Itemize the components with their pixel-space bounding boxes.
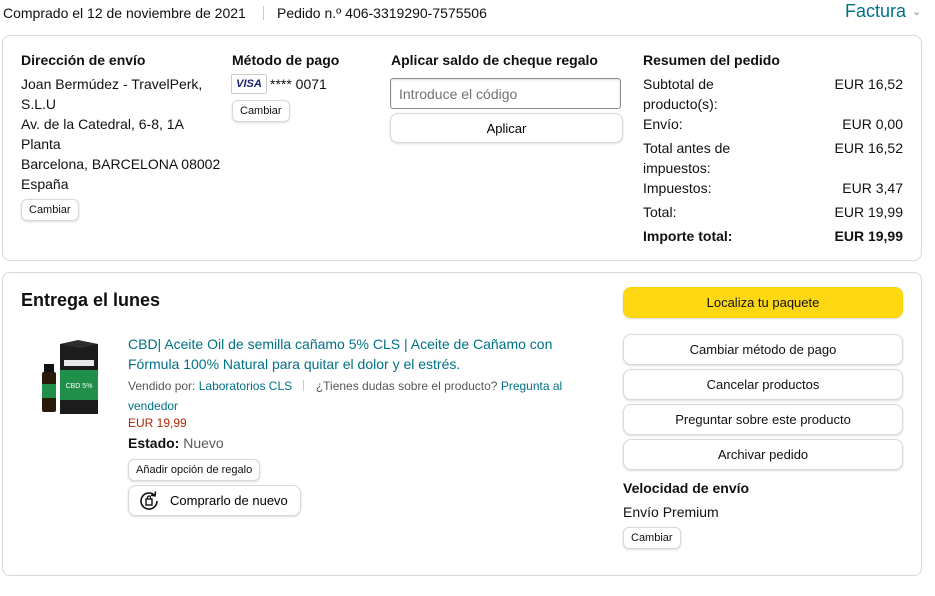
seller-info: Vendido por: Laboratorios CLS ¿Tienes du… xyxy=(128,376,578,416)
buy-again-button[interactable]: Comprarlo de nuevo xyxy=(128,485,301,516)
grand-total-value: EUR 19,99 xyxy=(834,228,903,244)
summary-label: Subtotal de producto(s): xyxy=(643,76,718,112)
track-package-button[interactable]: Localiza tu paquete xyxy=(623,287,903,318)
summary-label: Total: xyxy=(643,204,677,220)
product-image[interactable]: CBD 5% xyxy=(38,340,100,416)
question-text: ¿Tienes dudas sobre el producto? xyxy=(315,379,498,393)
delivery-title: Entrega el lunes xyxy=(21,290,161,310)
order-header: Comprado el 12 de noviembre de 2021 Pedi… xyxy=(0,0,935,30)
summary-value: EUR 16,52 xyxy=(834,76,903,92)
invoice-label: Factura xyxy=(845,1,907,21)
seller-link[interactable]: Laboratorios CLS xyxy=(199,379,292,393)
address-line: Planta xyxy=(21,136,61,152)
summary-label: Total antes de impuestos: xyxy=(643,140,731,176)
cancel-products-button[interactable]: Cancelar productos xyxy=(623,369,903,400)
condition-value: Nuevo xyxy=(183,435,224,451)
grand-total-label: Importe total: xyxy=(643,228,733,244)
product-price: EUR 19,99 xyxy=(128,416,187,430)
summary-label: Impuestos: xyxy=(643,180,712,196)
buy-again-label: Comprarlo de nuevo xyxy=(170,493,288,508)
change-shipping-speed-button[interactable]: Cambiar xyxy=(623,527,681,549)
gift-option-button[interactable]: Añadir opción de regalo xyxy=(128,459,261,481)
payment-method-title: Método de pago xyxy=(232,52,340,68)
summary-value: EUR 3,47 xyxy=(842,180,903,196)
chevron-down-icon: ⌄ xyxy=(912,6,922,18)
invoice-dropdown[interactable]: Factura ⌄ xyxy=(845,1,921,22)
product-image-label: CBD 5% xyxy=(66,383,93,390)
order-number: Pedido n.º 406-3319290-7575506 xyxy=(277,5,487,21)
address-line: Joan Bermúdez - TravelPerk, xyxy=(21,76,203,92)
sold-by-label: Vendido por: xyxy=(128,379,196,393)
gift-card-title: Aplicar saldo de cheque regalo xyxy=(391,52,598,68)
address-line: Av. de la Catedral, 6-8, 1A xyxy=(21,116,184,132)
summary-value: EUR 19,99 xyxy=(834,204,903,220)
summary-value: EUR 0,00 xyxy=(842,116,903,132)
address-line: S.L.U xyxy=(21,96,57,112)
product-condition: Estado: Nuevo xyxy=(128,435,224,451)
product-title-link[interactable]: CBD| Aceite Oil de semilla cañamo 5% CLS… xyxy=(128,334,568,374)
apply-gift-button[interactable]: Aplicar xyxy=(390,113,623,143)
ask-product-button[interactable]: Preguntar sobre este producto xyxy=(623,404,903,435)
order-details-panel xyxy=(2,35,922,261)
condition-label: Estado: xyxy=(128,435,180,451)
shipping-address-title: Dirección de envío xyxy=(21,52,146,68)
archive-order-button[interactable]: Archivar pedido xyxy=(623,439,903,470)
purchase-date: Comprado el 12 de noviembre de 2021 xyxy=(3,5,246,21)
address-line: Barcelona, BARCELONA 08002 xyxy=(21,156,221,172)
card-number: **** 0071 xyxy=(270,76,327,92)
gift-code-input[interactable] xyxy=(390,78,621,109)
buy-again-icon xyxy=(140,491,158,510)
summary-label: Envío: xyxy=(643,116,683,132)
visa-card-icon: VISA xyxy=(231,74,267,94)
change-address-button[interactable]: Cambiar xyxy=(21,199,79,221)
shipping-speed-value: Envío Premium xyxy=(623,504,719,520)
change-payment-button[interactable]: Cambiar xyxy=(232,100,290,122)
seller-divider xyxy=(303,380,305,391)
change-payment-method-button[interactable]: Cambiar método de pago xyxy=(623,334,903,365)
shipping-speed-title: Velocidad de envío xyxy=(623,480,750,496)
header-divider xyxy=(263,6,264,20)
address-line: España xyxy=(21,176,69,192)
order-summary-title: Resumen del pedido xyxy=(643,52,780,68)
summary-value: EUR 16,52 xyxy=(834,140,903,156)
